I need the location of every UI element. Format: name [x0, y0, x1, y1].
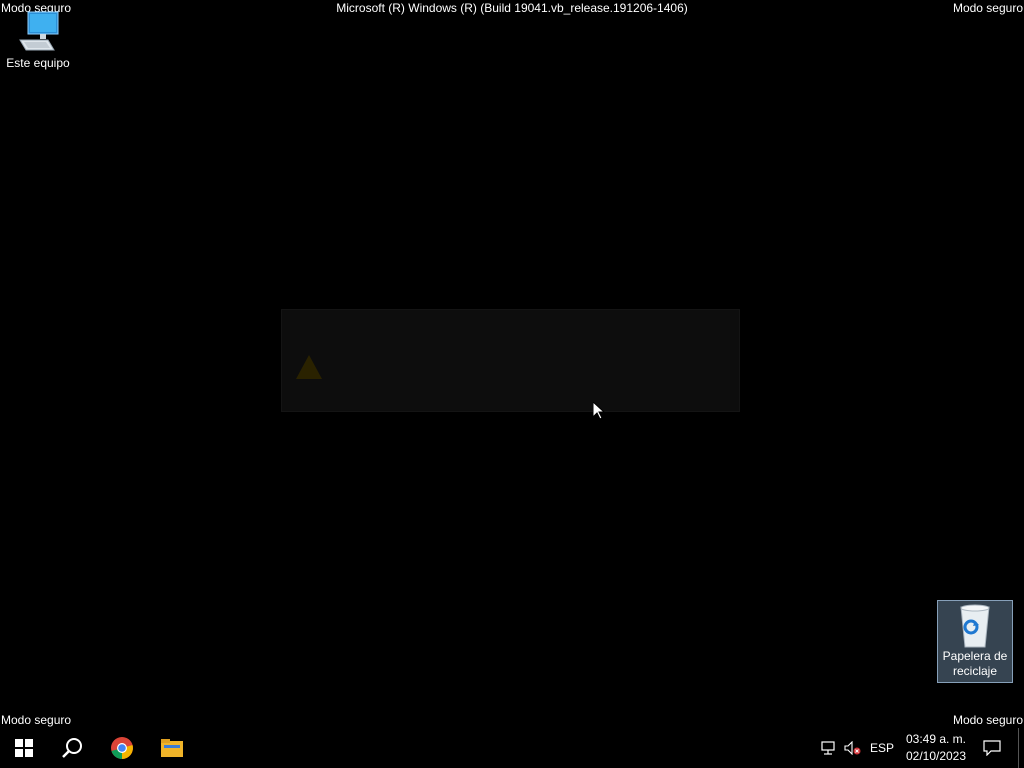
- chrome-taskbar-button[interactable]: [98, 728, 146, 768]
- file-explorer-taskbar-button[interactable]: [148, 728, 196, 768]
- network-tray-button[interactable]: [818, 728, 840, 768]
- desktop-icon-this-pc[interactable]: Este equipo: [0, 10, 76, 71]
- show-desktop-divider[interactable]: [1018, 728, 1019, 768]
- search-icon: [62, 738, 82, 758]
- taskbar: ESP 03:49 a. m. 02/10/2023: [0, 728, 1024, 768]
- clock[interactable]: 03:49 a. m. 02/10/2023: [900, 731, 972, 765]
- start-button[interactable]: [0, 728, 48, 768]
- warning-icon: [296, 355, 322, 379]
- dialog-button[interactable]: [547, 380, 577, 398]
- language-indicator[interactable]: ESP: [867, 728, 897, 768]
- network-icon: [821, 741, 835, 755]
- windows-start-icon: [15, 739, 33, 757]
- dialog-button[interactable]: [622, 380, 652, 398]
- mouse-cursor-icon: [592, 400, 606, 420]
- recycle-bin-icon: [951, 603, 999, 649]
- volume-muted-icon: [844, 741, 861, 755]
- computer-icon: [14, 10, 62, 56]
- search-button[interactable]: [48, 728, 96, 768]
- desktop-icon-label: Papelera de reciclaje: [942, 649, 1008, 678]
- clock-date: 02/10/2023: [905, 749, 967, 763]
- dialog-button[interactable]: [582, 380, 612, 398]
- notification-icon: [983, 740, 1001, 756]
- windows-build-label: Microsoft (R) Windows (R) (Build 19041.v…: [336, 1, 688, 15]
- safe-mode-label-bottom-left: Modo seguro: [1, 713, 72, 727]
- chrome-icon: [111, 737, 133, 759]
- desktop-icon-recycle-bin[interactable]: Papelera de reciclaje: [937, 600, 1013, 683]
- safe-mode-label-bottom-right: Modo seguro: [952, 713, 1023, 727]
- faded-dialog: [281, 309, 740, 412]
- clock-time: 03:49 a. m.: [905, 732, 967, 746]
- desktop-icon-label: Este equipo: [6, 56, 70, 70]
- volume-tray-button[interactable]: [842, 728, 864, 768]
- action-center-button[interactable]: [978, 728, 1006, 768]
- dialog-button[interactable]: [672, 380, 702, 398]
- file-explorer-icon: [161, 739, 183, 757]
